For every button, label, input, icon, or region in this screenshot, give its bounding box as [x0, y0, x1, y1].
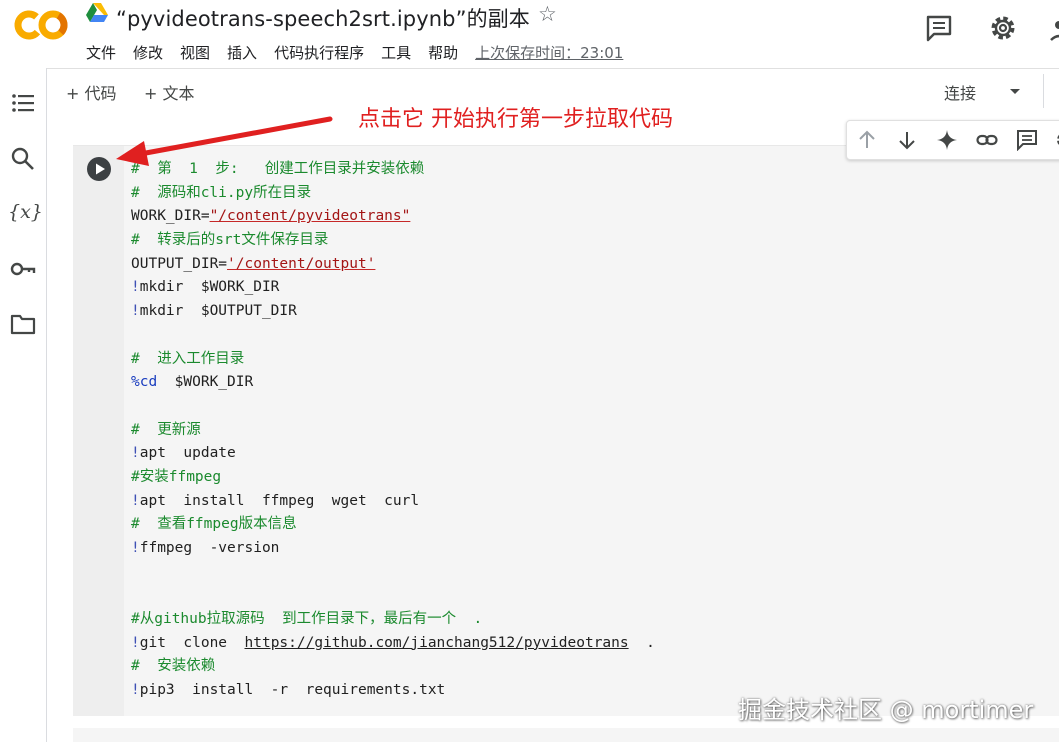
menu-bar: 文件 修改 视图 插入 代码执行程序 工具 帮助 上次保存时间：23:01	[86, 41, 623, 63]
google-drive-icon[interactable]	[86, 2, 108, 22]
next-cell[interactable]	[73, 728, 1059, 742]
colab-logo-icon[interactable]	[14, 8, 68, 42]
run-cell-button[interactable]	[87, 157, 111, 181]
last-saved-link[interactable]: 上次保存时间：23:01	[475, 42, 623, 63]
github-link[interactable]: https://github.com/jianchang512/pyvideot…	[245, 635, 629, 651]
notebook-title[interactable]: “pyvideotrans-speech2srt.ipynb”的副本	[116, 3, 530, 33]
code-line: WORK_DIR="/content/pyvideotrans"	[131, 208, 411, 225]
code-line: !apt install ffmpeg wget curl	[131, 492, 420, 509]
gear-icon[interactable]	[1054, 129, 1059, 151]
arrow-up-icon[interactable]	[856, 129, 878, 151]
menu-help[interactable]: 帮助	[428, 42, 458, 63]
key-icon[interactable]	[10, 256, 36, 282]
add-code-button[interactable]: + 代码	[66, 80, 117, 104]
play-icon	[96, 163, 105, 175]
link-icon[interactable]	[976, 129, 998, 151]
code-line: #安装ffmpeg	[131, 468, 222, 485]
comment-icon[interactable]	[924, 13, 954, 43]
code-line: !pip3 install -r requirements.txt	[131, 682, 446, 699]
menu-tools[interactable]: 工具	[381, 42, 411, 63]
star-icon[interactable]: ☆	[538, 2, 557, 26]
code-line: !ffmpeg -version	[131, 540, 280, 556]
left-sidebar: {x}	[0, 68, 47, 742]
connect-button[interactable]: 连接	[944, 80, 976, 104]
folder-icon[interactable]	[10, 311, 36, 337]
code-line: !apt update	[131, 445, 236, 462]
code-line: # 第 1 步: 创建工作目录并安装依赖	[131, 161, 425, 177]
code-line: !git clone https://github.com/jianchang5…	[131, 634, 655, 651]
code-line: # 查看ffmpeg版本信息	[131, 516, 297, 533]
chevron-down-icon[interactable]	[1008, 84, 1022, 98]
code-line: # 安装依赖	[131, 658, 216, 675]
code-line: # 进入工作目录	[131, 350, 245, 367]
comment-icon[interactable]	[1016, 129, 1038, 151]
menu-insert[interactable]: 插入	[227, 42, 257, 63]
menu-file[interactable]: 文件	[86, 42, 116, 63]
code-line: %cd $WORK_DIR	[131, 374, 254, 391]
table-of-contents-icon[interactable]	[10, 90, 36, 116]
code-line: !mkdir $OUTPUT_DIR	[131, 303, 297, 320]
menu-runtime[interactable]: 代码执行程序	[274, 42, 364, 63]
annotation-text: 点击它 开始执行第一步拉取代码	[358, 107, 673, 132]
share-icon[interactable]	[1050, 16, 1059, 46]
toolbar-separator	[47, 68, 1059, 69]
cell-gutter	[73, 146, 124, 716]
code-line: # 转录后的srt文件保存目录	[131, 232, 329, 249]
menu-view[interactable]: 视图	[180, 42, 210, 63]
toolbar-divider	[1043, 74, 1044, 108]
code-editor[interactable]: # 第 1 步: 创建工作目录并安装依赖 # 源码和cli.py所在目录 WOR…	[131, 158, 655, 703]
code-line: #从github拉取源码 到工作目录下，最后有一个 .	[131, 611, 483, 628]
code-line: # 更新源	[131, 421, 201, 438]
search-icon[interactable]	[10, 146, 36, 172]
add-text-button[interactable]: + 文本	[144, 80, 195, 104]
sparkle-icon[interactable]	[936, 129, 958, 151]
code-line: !mkdir $WORK_DIR	[131, 279, 280, 296]
code-line: # 源码和cli.py所在目录	[131, 184, 312, 201]
watermark: 掘金技术社区 @ mortimer	[738, 696, 1034, 724]
gear-icon[interactable]	[988, 13, 1018, 43]
code-line: OUTPUT_DIR='/content/output'	[131, 255, 376, 272]
menu-edit[interactable]: 修改	[133, 42, 163, 63]
code-cell[interactable]: # 第 1 步: 创建工作目录并安装依赖 # 源码和cli.py所在目录 WOR…	[73, 145, 1059, 716]
variables-icon[interactable]: {x}	[8, 201, 43, 227]
arrow-down-icon[interactable]	[896, 129, 918, 151]
cell-toolbar	[846, 120, 1059, 160]
